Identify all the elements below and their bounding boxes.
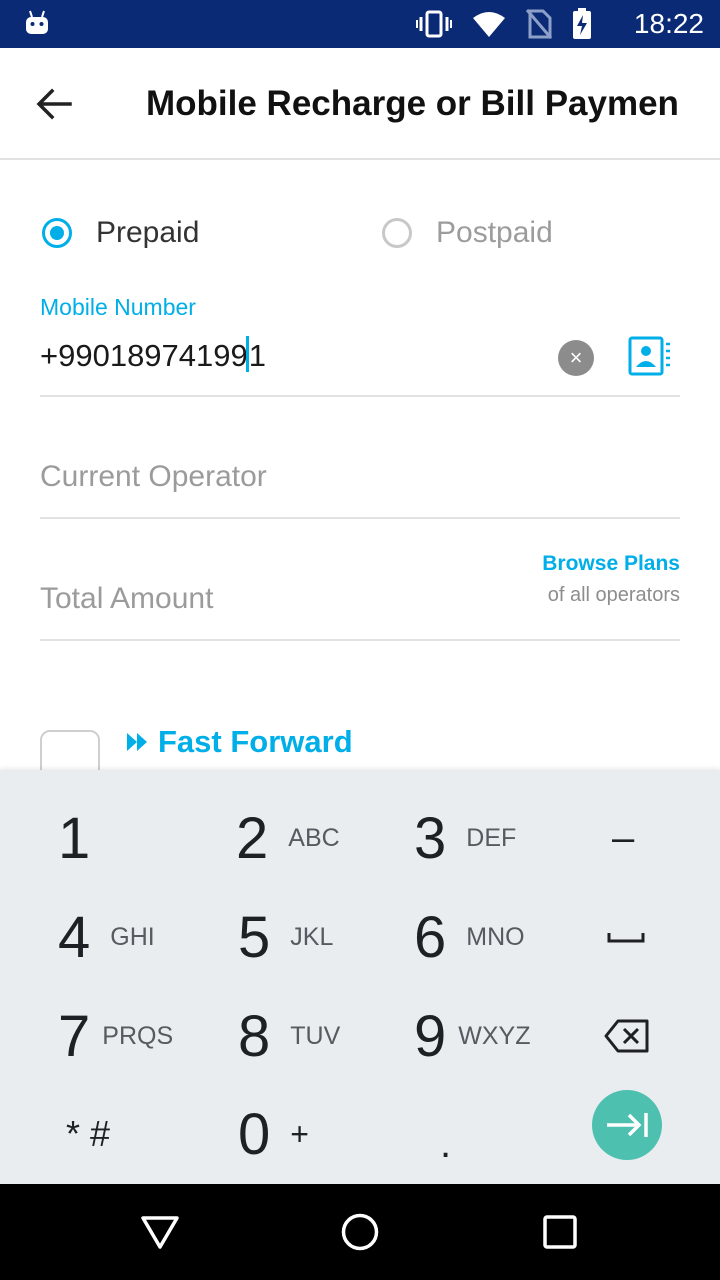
prepaid-label: Prepaid (96, 216, 200, 249)
android-icon (26, 10, 48, 34)
mobile-number-underline (40, 395, 680, 397)
key-digit: 9 (414, 1003, 447, 1069)
browse-plans-link[interactable]: Browse Plans (542, 552, 680, 576)
no-sim-icon (526, 9, 552, 39)
fast-forward-icon (127, 733, 147, 751)
browse-plans[interactable]: Browse Plans of all operators (542, 552, 680, 607)
next-field-button[interactable] (592, 1090, 662, 1160)
fast-forward-label: Fast Forward (158, 724, 353, 759)
contact-book-icon (628, 336, 670, 376)
prepaid-radio[interactable]: Prepaid (42, 210, 199, 256)
operator-underline (40, 517, 680, 519)
key-digit: 3 (414, 805, 447, 871)
key-letters: + (290, 1115, 309, 1152)
key-digit: 6 (414, 904, 447, 970)
square-recents-icon (543, 1215, 577, 1249)
symbols-label: * # (66, 1113, 111, 1154)
key-3[interactable]: 3 DEF (414, 788, 516, 888)
key-letters: PRQS (102, 1021, 174, 1050)
key-2[interactable]: 2 ABC (236, 788, 340, 888)
back-arrow-icon (36, 88, 72, 120)
radio-unselected-icon (382, 218, 412, 248)
period-symbol: . (440, 1121, 452, 1166)
mobile-number-value: +99018974199 (40, 338, 248, 373)
key-9[interactable]: 9 WXYZ (414, 986, 530, 1086)
key-6[interactable]: 6 MNO (414, 887, 525, 987)
clear-number-button[interactable]: × (558, 340, 594, 376)
key-digit: 0 (238, 1101, 271, 1167)
key-digit: 2 (236, 805, 269, 871)
mobile-number-input[interactable]: +990189741991 (40, 334, 266, 378)
page-title: Mobile Recharge or Bill Paymen (146, 84, 679, 123)
key-digit: 5 (238, 904, 271, 970)
status-time: 18:22 (633, 8, 704, 39)
numeric-keyboard: 1 2 ABC 3 DEF – 4 GHI 5 JKL 6 MNO 7 PRQS… (0, 770, 720, 1184)
postpaid-label: Postpaid (436, 216, 553, 249)
key-symbols[interactable]: * # (66, 1084, 110, 1184)
postpaid-radio[interactable]: Postpaid (382, 210, 553, 256)
key-7[interactable]: 7 PRQS (58, 986, 173, 1086)
key-digit: 4 (58, 904, 91, 970)
app-toolbar: Mobile Recharge or Bill Paymen (0, 48, 720, 160)
fast-forward-option[interactable]: Fast Forward (126, 724, 353, 760)
key-letters: DEF (466, 823, 517, 852)
key-letters: JKL (290, 922, 334, 951)
status-bar: 18:22 (0, 0, 720, 48)
key-letters: GHI (110, 922, 155, 951)
contacts-button[interactable] (628, 334, 672, 378)
mobile-number-value-tail: 1 (248, 338, 267, 373)
key-5[interactable]: 5 JKL (238, 887, 333, 987)
key-period[interactable]: . (440, 1094, 451, 1194)
key-letters: WXYZ (458, 1021, 531, 1050)
system-nav-bar (0, 1184, 720, 1280)
key-1[interactable]: 1 (58, 788, 90, 888)
key-8[interactable]: 8 TUV (238, 986, 340, 1086)
key-digit: 8 (238, 1003, 271, 1069)
amount-underline (40, 639, 680, 641)
triangle-back-icon (141, 1216, 179, 1249)
key-digit: 1 (58, 805, 91, 871)
amount-field[interactable]: Total Amount (40, 582, 213, 616)
nav-back-button[interactable] (136, 1208, 184, 1256)
key-digit: 7 (58, 1003, 91, 1069)
browse-plans-subtitle: of all operators (547, 584, 680, 606)
nav-home-button[interactable] (336, 1208, 384, 1256)
key-letters: TUV (290, 1021, 341, 1050)
nav-recents-button[interactable] (536, 1208, 584, 1256)
key-space[interactable] (606, 887, 646, 987)
circle-home-icon (341, 1213, 379, 1251)
key-0[interactable]: 0 + (238, 1084, 309, 1184)
key-letters: ABC (288, 823, 340, 852)
mobile-number-label: Mobile Number (40, 294, 196, 320)
radio-selected-icon (42, 218, 72, 248)
key-letters: MNO (466, 922, 525, 951)
key-4[interactable]: 4 GHI (58, 887, 155, 987)
space-bar-icon (607, 933, 645, 943)
tab-next-icon (607, 1113, 648, 1137)
vibrate-icon (416, 10, 452, 38)
operator-field[interactable]: Current Operator (40, 460, 267, 494)
key-minus[interactable]: – (612, 788, 634, 888)
wifi-icon (473, 12, 505, 37)
battery-charging-icon (573, 8, 591, 39)
backspace-icon (604, 1019, 649, 1053)
back-button[interactable] (30, 80, 78, 128)
backspace-key[interactable] (604, 986, 650, 1086)
minus-symbol: – (612, 815, 635, 860)
